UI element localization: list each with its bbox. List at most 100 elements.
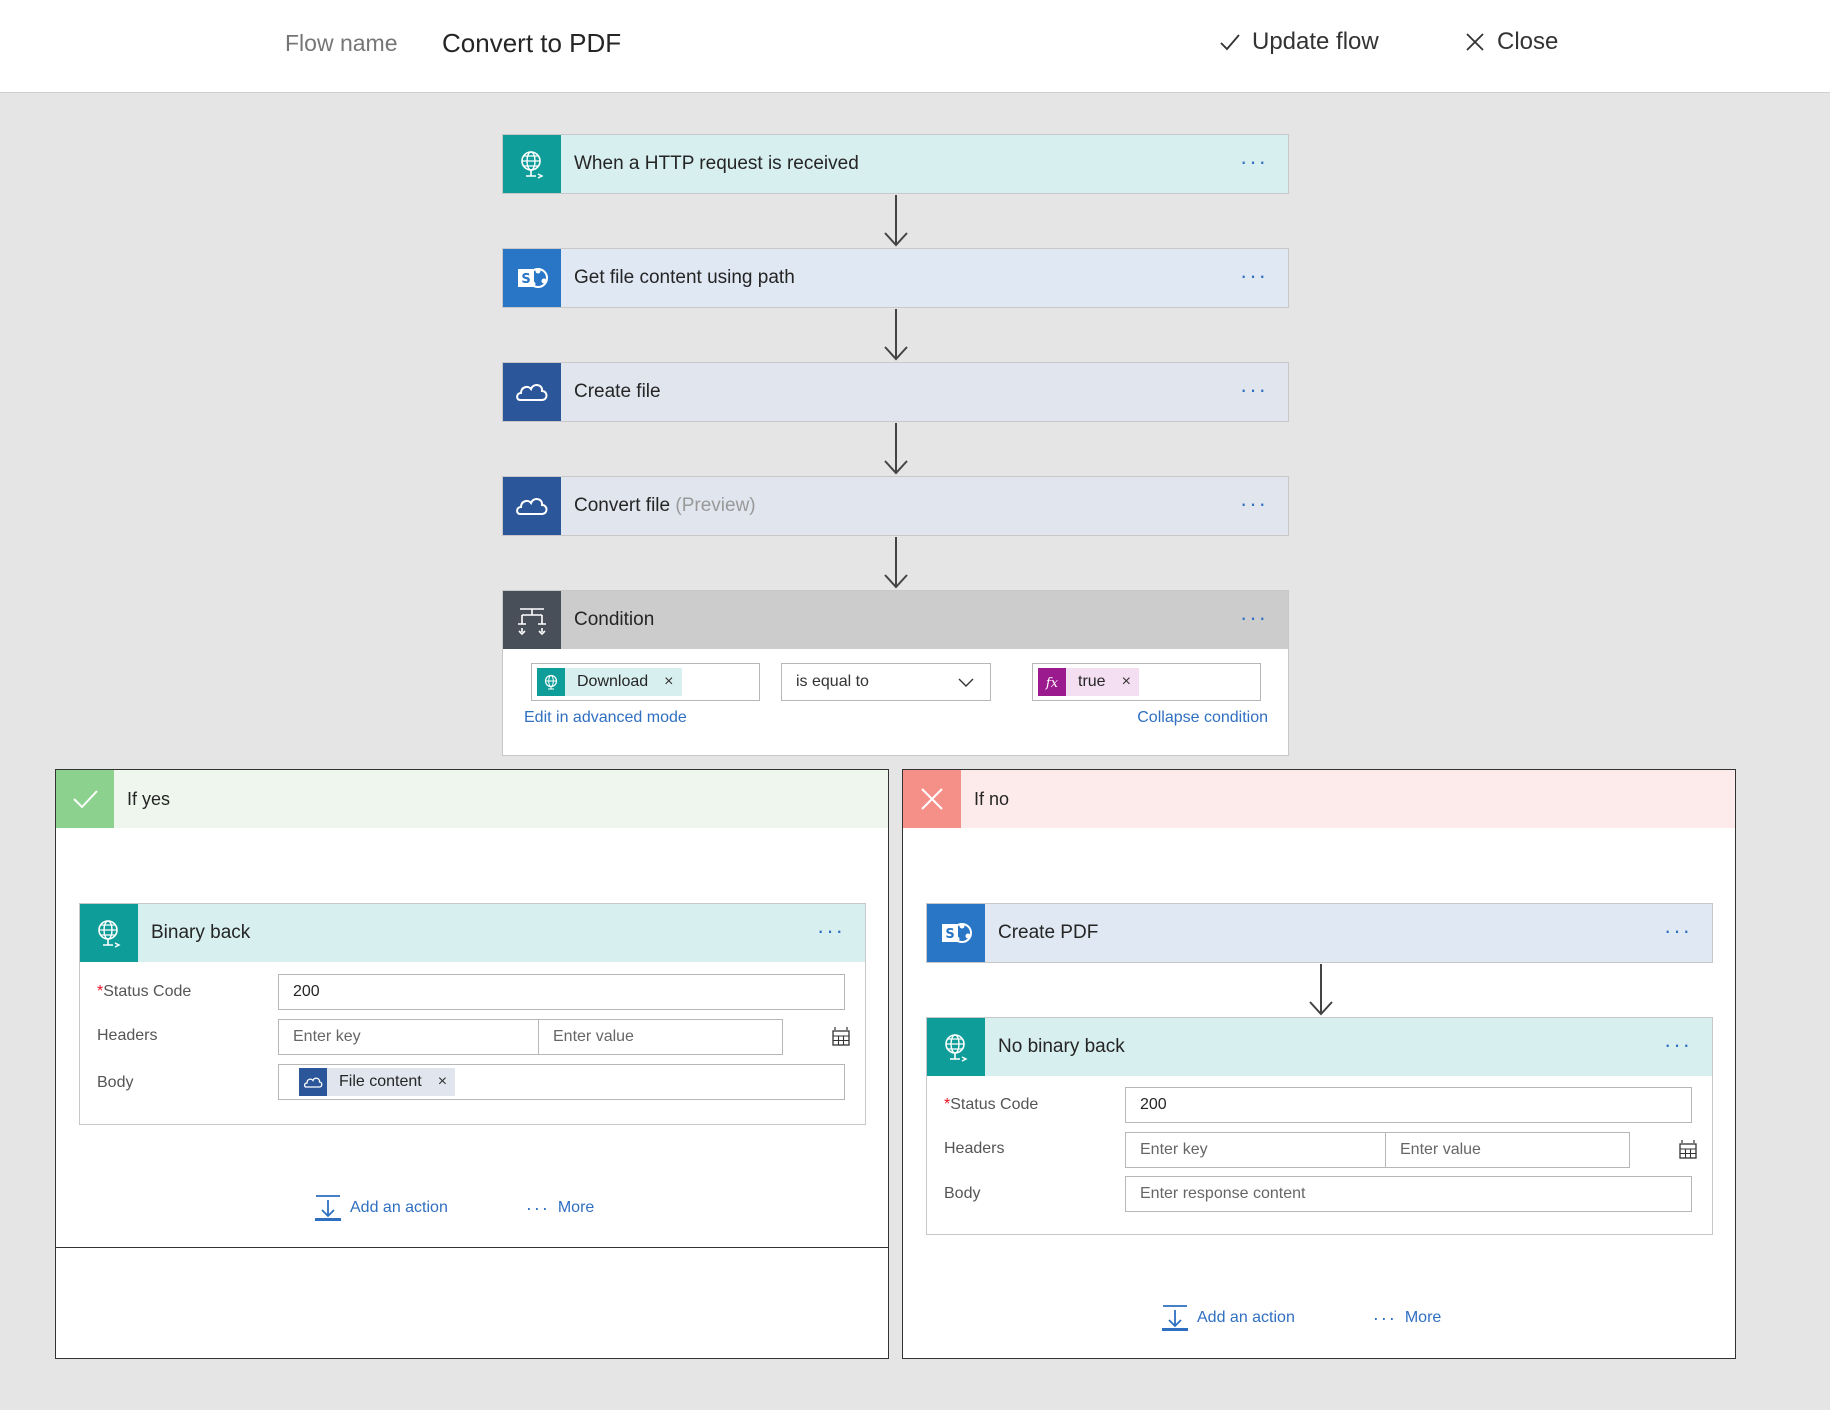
- token-label: File content: [339, 1073, 422, 1090]
- preview-tag: (Preview): [675, 495, 756, 516]
- step-convert-file[interactable]: Convert file (Preview) ···: [502, 476, 1289, 536]
- step-title: Create PDF: [998, 922, 1099, 943]
- globe-icon: [503, 135, 561, 193]
- step-title: Get file content using path: [574, 267, 795, 288]
- table-icon[interactable]: [830, 1026, 852, 1048]
- branch-yes-header[interactable]: If yes: [56, 770, 888, 828]
- step-title: Convert file (Preview): [574, 495, 756, 517]
- branch-no-header[interactable]: If no: [903, 770, 1735, 828]
- svg-text:S: S: [945, 927, 954, 942]
- headers-label: Headers: [97, 1027, 158, 1044]
- close-icon: [1466, 33, 1484, 51]
- more-options-icon[interactable]: ···: [1240, 605, 1268, 631]
- add-action-icon: [315, 1195, 341, 1221]
- step-http-trigger[interactable]: When a HTTP request is received ···: [502, 134, 1289, 194]
- close-button[interactable]: Close: [1463, 28, 1558, 56]
- check-icon: [1220, 34, 1240, 51]
- header-value-input[interactable]: Enter value: [1385, 1132, 1630, 1168]
- status-code-input[interactable]: 200: [1125, 1087, 1692, 1123]
- step-create-pdf[interactable]: S Create PDF ···: [926, 903, 1713, 963]
- status-code-label-text: Status Code: [103, 983, 192, 1000]
- flow-name-field[interactable]: Convert to PDF: [442, 28, 621, 59]
- step-create-file[interactable]: Create file ···: [502, 362, 1289, 422]
- add-action-label: Add an action: [350, 1199, 448, 1216]
- add-action-button[interactable]: Add an action: [314, 1194, 448, 1222]
- onedrive-cloud-icon: [299, 1068, 327, 1096]
- more-options-icon[interactable]: ···: [1664, 918, 1692, 944]
- check-icon: [56, 770, 114, 828]
- body-input[interactable]: File content ×: [278, 1064, 845, 1100]
- arrow-down-icon: [881, 423, 911, 475]
- body-label: Body: [944, 1185, 981, 1202]
- more-dots-icon: ···: [1372, 1307, 1397, 1328]
- condition-left-operand[interactable]: Download ×: [531, 663, 760, 701]
- more-label: More: [1404, 1309, 1442, 1326]
- step-get-file-content[interactable]: S Get file content using path ···: [502, 248, 1289, 308]
- add-action-button[interactable]: Add an action: [1161, 1304, 1295, 1332]
- edit-advanced-mode-link[interactable]: Edit in advanced mode: [524, 709, 687, 727]
- svg-text:fx: fx: [1045, 676, 1059, 691]
- condition-body: Download × is equal to fx true × Edit in…: [503, 649, 1288, 755]
- status-code-input[interactable]: 200: [278, 974, 845, 1010]
- branch-if-yes: If yes Binary back ··· *Status Code 200 …: [55, 769, 889, 1359]
- operator-select[interactable]: is equal to: [781, 663, 991, 701]
- x-icon: [903, 770, 961, 828]
- branch-yes-actions: Add an action ··· More: [314, 1194, 594, 1222]
- globe-icon: [537, 668, 565, 696]
- table-icon[interactable]: [1677, 1139, 1699, 1161]
- body-input[interactable]: Enter response content: [1125, 1176, 1692, 1212]
- top-bar: Flow name Convert to PDF Update flow Clo…: [0, 0, 1830, 93]
- onedrive-cloud-icon: [503, 363, 561, 421]
- arrow-down-icon: [881, 537, 911, 589]
- step-title-text: Convert file: [574, 495, 671, 516]
- more-options-icon[interactable]: ···: [817, 918, 845, 944]
- status-code-label-text: Status Code: [950, 1096, 1039, 1113]
- header-key-input[interactable]: Enter key: [278, 1019, 539, 1055]
- svg-text:S: S: [521, 272, 530, 287]
- status-code-label: *Status Code: [97, 983, 191, 1001]
- step-no-binary-back[interactable]: No binary back ··· *Status Code 200 Head…: [926, 1017, 1713, 1235]
- operator-value: is equal to: [796, 673, 869, 690]
- close-label: Close: [1497, 28, 1559, 55]
- chevron-down-icon: [958, 678, 974, 687]
- remove-token-icon[interactable]: ×: [430, 1068, 455, 1096]
- step-title: Create file: [574, 381, 661, 402]
- token-label: true: [1078, 673, 1106, 690]
- update-flow-label: Update flow: [1252, 28, 1379, 55]
- more-dots-icon: ···: [525, 1197, 550, 1218]
- more-button[interactable]: ··· More: [1373, 1308, 1441, 1329]
- remove-token-icon[interactable]: ×: [656, 668, 681, 696]
- step-title: No binary back: [998, 1036, 1125, 1057]
- step-binary-back[interactable]: Binary back ··· *Status Code 200 Headers…: [79, 903, 866, 1125]
- dynamic-token[interactable]: Download ×: [537, 668, 682, 696]
- sharepoint-icon: S: [927, 904, 985, 962]
- arrow-down-icon: [881, 195, 911, 247]
- onedrive-cloud-icon: [503, 477, 561, 535]
- branch-title: If no: [974, 788, 1010, 809]
- collapse-condition-link[interactable]: Collapse condition: [1137, 709, 1268, 727]
- globe-icon: [927, 1018, 985, 1076]
- more-options-icon[interactable]: ···: [1240, 263, 1268, 289]
- arrow-down-icon: [881, 309, 911, 361]
- more-options-icon[interactable]: ···: [1240, 491, 1268, 517]
- branch-if-no: If no S Create PDF ··· No binary back ··…: [902, 769, 1736, 1359]
- more-options-icon[interactable]: ···: [1240, 149, 1268, 175]
- header-value-input[interactable]: Enter value: [538, 1019, 783, 1055]
- condition-right-operand[interactable]: fx true ×: [1032, 663, 1261, 701]
- globe-icon: [80, 904, 138, 962]
- step-condition[interactable]: Condition ··· Download × is equal to fx …: [502, 590, 1289, 756]
- expression-token[interactable]: fx true ×: [1038, 668, 1139, 696]
- body-label: Body: [97, 1074, 134, 1091]
- more-options-icon[interactable]: ···: [1240, 377, 1268, 403]
- add-action-label: Add an action: [1197, 1309, 1295, 1326]
- more-options-icon[interactable]: ···: [1664, 1032, 1692, 1058]
- branch-divider: [56, 1247, 888, 1248]
- header-key-input[interactable]: Enter key: [1125, 1132, 1386, 1168]
- update-flow-button[interactable]: Update flow: [1218, 28, 1379, 56]
- dynamic-token[interactable]: File content ×: [299, 1068, 456, 1096]
- more-button[interactable]: ··· More: [526, 1198, 594, 1219]
- remove-token-icon[interactable]: ×: [1114, 668, 1139, 696]
- step-title: Binary back: [151, 922, 251, 943]
- branch-no-actions: Add an action ··· More: [1161, 1304, 1441, 1332]
- branch-title: If yes: [127, 788, 171, 809]
